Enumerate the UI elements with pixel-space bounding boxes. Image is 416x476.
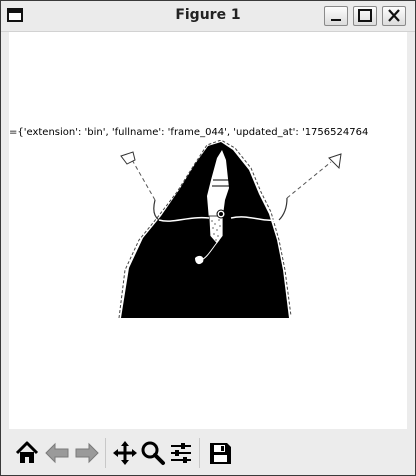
- close-icon: [388, 9, 400, 22]
- minimize-icon: [331, 19, 341, 21]
- close-button[interactable]: [382, 6, 406, 26]
- floppy-disk-icon: [210, 443, 231, 464]
- back-button[interactable]: [43, 439, 71, 467]
- arrow-right-icon: [75, 442, 99, 464]
- arrow-left-icon: [45, 442, 69, 464]
- figure-image: [118, 140, 342, 319]
- minimize-button[interactable]: [324, 6, 348, 26]
- sliders-icon: [171, 443, 191, 463]
- move-icon: [113, 441, 137, 465]
- title-bar[interactable]: Figure 1: [1, 1, 415, 32]
- maximize-button[interactable]: [353, 6, 377, 26]
- pan-button[interactable]: [111, 439, 139, 467]
- toolbar-separator: [105, 438, 106, 468]
- configure-subplots-button[interactable]: [167, 439, 195, 467]
- home-button[interactable]: [13, 439, 41, 467]
- magnifier-icon: [141, 441, 165, 465]
- toolbar-separator: [199, 438, 200, 468]
- forward-button[interactable]: [73, 439, 101, 467]
- save-button[interactable]: [206, 439, 234, 467]
- zoom-button[interactable]: [139, 439, 167, 467]
- figure-header-text: ={'extension': 'bin', 'fullname': 'frame…: [9, 127, 369, 138]
- navigation-toolbar: [1, 430, 415, 475]
- figure-canvas[interactable]: ={'extension': 'bin', 'fullname': 'frame…: [9, 32, 407, 429]
- home-icon: [15, 441, 39, 463]
- figure-window: Figure 1 ={'extension': 'bin', 'fullname…: [0, 0, 416, 476]
- maximize-icon: [358, 9, 372, 22]
